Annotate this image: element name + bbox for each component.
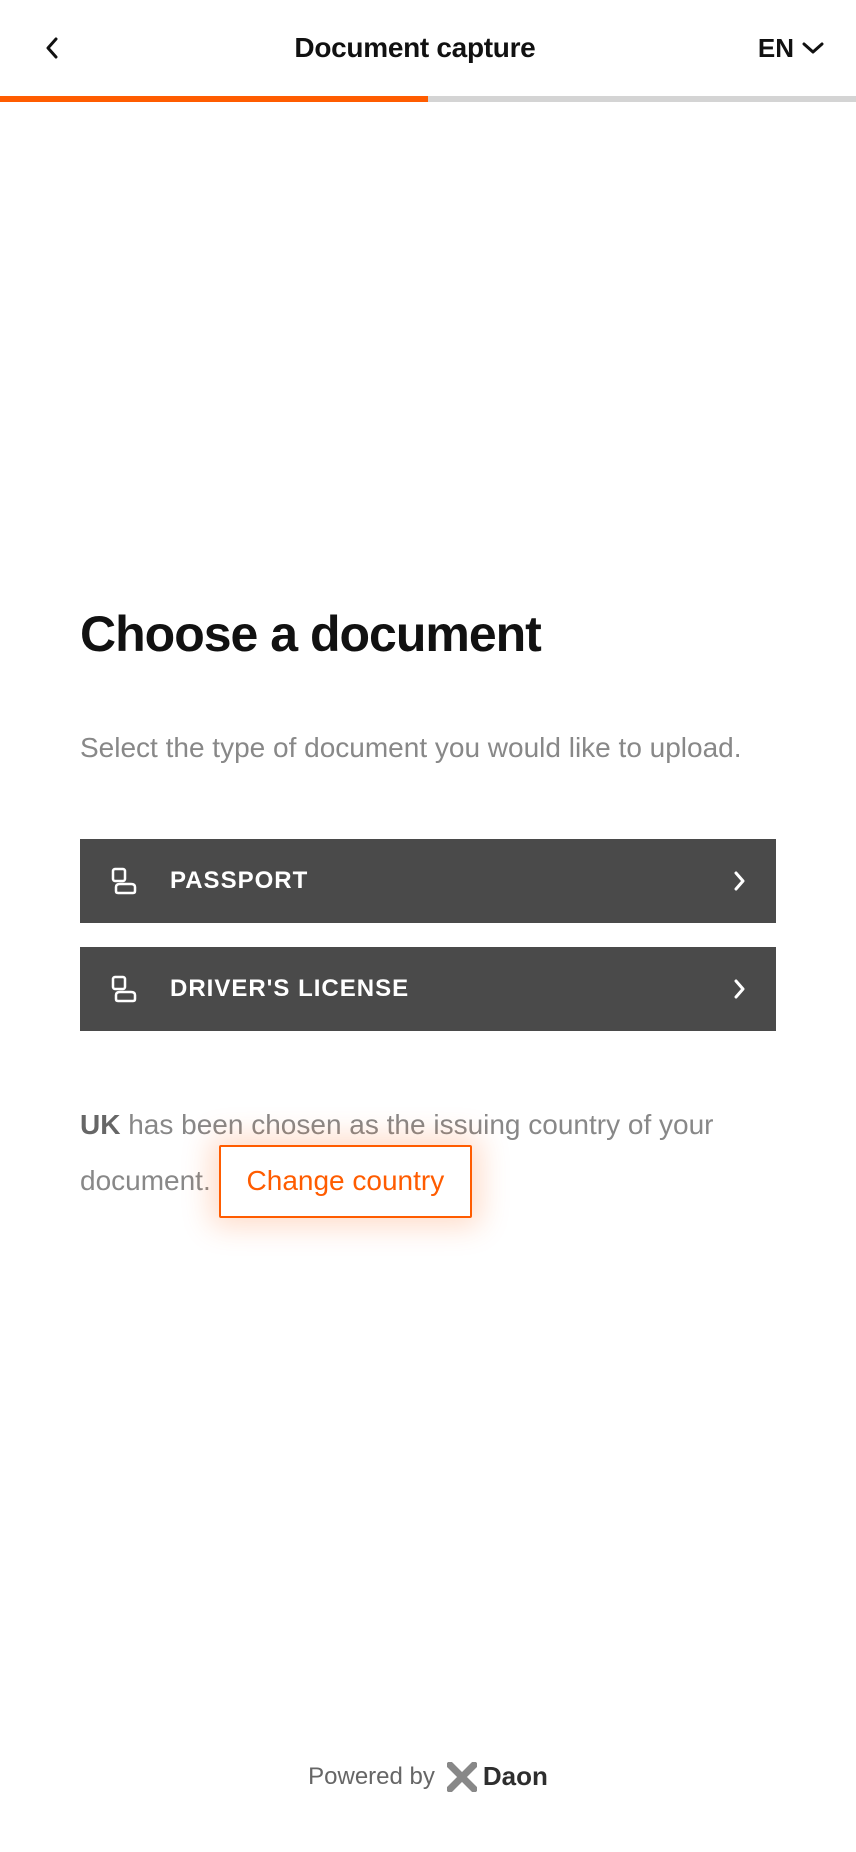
main-content: Choose a document Select the type of doc… [0,102,856,1721]
progress-fill [0,96,428,102]
progress-bar [0,96,856,102]
change-country-link[interactable]: Change country [219,1145,473,1218]
x-icon [447,1762,477,1792]
chevron-right-icon [734,979,746,999]
country-code: UK [80,1109,120,1140]
id-card-icon [110,865,142,897]
page-title: Choose a document [80,605,776,663]
language-label: EN [758,33,794,64]
chevron-down-icon [802,41,824,55]
passport-label: PASSPORT [170,867,734,895]
powered-by-label: Powered by [308,1763,435,1791]
passport-button[interactable]: PASSPORT [80,839,776,923]
page-header-title: Document capture [294,32,535,64]
description-text: Select the type of document you would li… [80,728,776,769]
drivers-license-button[interactable]: DRIVER'S LICENSE [80,947,776,1031]
country-info-text: UK has been chosen as the issuing countr… [80,1105,776,1218]
chevron-right-icon [734,871,746,891]
footer: Powered by Daon [0,1721,856,1852]
header: Document capture EN [0,0,856,96]
daon-logo: Daon [447,1761,548,1792]
back-button[interactable] [32,28,72,68]
daon-brand-text: Daon [483,1761,548,1792]
drivers-license-label: DRIVER'S LICENSE [170,975,734,1003]
chevron-left-icon [45,37,59,59]
id-card-icon [110,973,142,1005]
language-selector[interactable]: EN [758,33,824,64]
